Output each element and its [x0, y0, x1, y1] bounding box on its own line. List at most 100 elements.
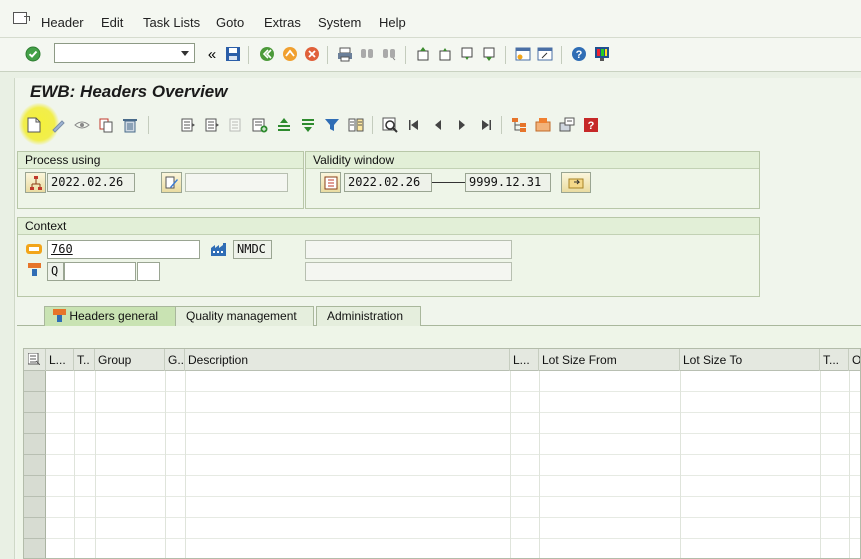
change-number-button[interactable]: [161, 172, 182, 193]
copy-icon[interactable]: [97, 116, 115, 134]
generate-shortcut-icon[interactable]: [536, 45, 554, 63]
valid-from-field[interactable]: 2022.02.26: [344, 173, 432, 192]
sort-ascending-icon[interactable]: [275, 116, 293, 134]
row-selector[interactable]: [24, 371, 46, 392]
change-number-field[interactable]: [185, 173, 288, 192]
column-divider: [539, 371, 540, 558]
row-selector[interactable]: [24, 413, 46, 434]
delete-icon[interactable]: [121, 116, 139, 134]
tab-administration[interactable]: Administration: [316, 306, 421, 326]
tab-quality-management[interactable]: Quality management: [175, 306, 314, 326]
col-description[interactable]: Description: [185, 349, 510, 371]
material-field[interactable]: 760: [47, 240, 200, 259]
col-group[interactable]: Group: [95, 349, 165, 371]
command-field[interactable]: [54, 43, 195, 63]
toolbar-separator: [327, 46, 328, 64]
material-description-field: [305, 240, 512, 259]
toolbar-separator: [501, 116, 502, 134]
details-disabled-icon[interactable]: [227, 116, 245, 134]
row-selector[interactable]: [24, 434, 46, 455]
col-t[interactable]: T..: [74, 349, 95, 371]
customize-layout-icon[interactable]: [593, 45, 611, 63]
previous-page-icon[interactable]: [436, 45, 454, 63]
object-icon[interactable]: [534, 116, 552, 134]
row-selector[interactable]: [24, 497, 46, 518]
col-l2[interactable]: L...: [510, 349, 539, 371]
tab-strip: Headers general Quality management Admin…: [17, 306, 861, 326]
hierarchy-icon[interactable]: [510, 116, 528, 134]
col-g[interactable]: G..: [165, 349, 185, 371]
create-session-icon[interactable]: [514, 45, 532, 63]
table-settings-icon[interactable]: [24, 349, 46, 371]
row-selector[interactable]: [24, 539, 46, 558]
toolbar-separator: [248, 46, 249, 64]
col-lot-size-to[interactable]: Lot Size To: [680, 349, 820, 371]
first-page-icon[interactable]: [414, 45, 432, 63]
create-icon[interactable]: [25, 116, 43, 134]
row-selector[interactable]: [24, 476, 46, 497]
add-row-icon[interactable]: [251, 116, 269, 134]
task-list-group-field[interactable]: [64, 262, 136, 281]
details-all-icon[interactable]: [203, 116, 221, 134]
enter-icon[interactable]: [24, 45, 42, 63]
material-icon: [26, 242, 42, 256]
menu-system[interactable]: System: [318, 15, 361, 30]
find-icon[interactable]: [358, 45, 376, 63]
change-icon[interactable]: [49, 116, 67, 134]
first-record-icon[interactable]: [405, 116, 423, 134]
chevron-down-icon[interactable]: [181, 51, 189, 56]
cancel-icon[interactable]: [303, 45, 321, 63]
menu-goto[interactable]: Goto: [216, 15, 244, 30]
transport-icon[interactable]: [558, 116, 576, 134]
page-title: EWB: Headers Overview: [30, 82, 228, 101]
filter-icon[interactable]: [323, 116, 341, 134]
system-menu-icon[interactable]: [13, 12, 30, 24]
collapse-command-icon[interactable]: «: [203, 45, 221, 63]
menu-bar: Header Edit Task Lists Goto Extras Syste…: [0, 0, 861, 38]
group-counter-field[interactable]: [137, 262, 160, 281]
sort-descending-icon[interactable]: [299, 116, 317, 134]
row-selector[interactable]: [24, 455, 46, 476]
exit-icon[interactable]: [281, 45, 299, 63]
menu-task-lists[interactable]: Task Lists: [143, 15, 200, 30]
menu-help[interactable]: Help: [379, 15, 406, 30]
search-icon[interactable]: [381, 116, 399, 134]
plant-field[interactable]: NMDC: [233, 240, 272, 259]
row-selector[interactable]: [24, 518, 46, 539]
menu-edit[interactable]: Edit: [101, 15, 123, 30]
col-t2[interactable]: T...: [820, 349, 849, 371]
print-icon[interactable]: [336, 45, 354, 63]
last-record-icon[interactable]: [477, 116, 495, 134]
col-l1[interactable]: L...: [46, 349, 74, 371]
help-icon[interactable]: ?: [570, 45, 588, 63]
details-icon[interactable]: [179, 116, 197, 134]
col-lot-size-from[interactable]: Lot Size From: [539, 349, 680, 371]
menu-extras[interactable]: Extras: [264, 15, 301, 30]
svg-text:?: ?: [576, 49, 583, 61]
process-date-button[interactable]: [25, 172, 46, 193]
last-page-icon[interactable]: [480, 45, 498, 63]
menu-header[interactable]: Header: [41, 15, 84, 30]
column-divider: [95, 371, 96, 558]
back-icon[interactable]: [258, 45, 276, 63]
next-record-icon[interactable]: [453, 116, 471, 134]
info-icon[interactable]: ?: [582, 116, 600, 134]
process-using-title: Process using: [18, 152, 303, 169]
table-row: [46, 496, 860, 497]
display-icon[interactable]: [73, 116, 91, 134]
next-page-icon[interactable]: [458, 45, 476, 63]
process-date-field[interactable]: 2022.02.26: [47, 173, 135, 192]
col-o[interactable]: O: [849, 349, 860, 371]
apply-validity-button[interactable]: [561, 172, 591, 193]
tab-headers-general[interactable]: Headers general: [44, 306, 190, 326]
column-settings-icon[interactable]: [347, 116, 365, 134]
row-selector[interactable]: [24, 392, 46, 413]
find-next-icon[interactable]: [380, 45, 398, 63]
table-header: L... T.. Group G.. Description L... Lot …: [24, 349, 860, 371]
valid-to-field[interactable]: 9999.12.31: [465, 173, 551, 192]
task-list-type-field[interactable]: Q: [47, 262, 64, 281]
validity-window-button[interactable]: [320, 172, 341, 193]
save-icon[interactable]: [224, 45, 242, 63]
task-list-type-icon: [27, 262, 42, 277]
previous-record-icon[interactable]: [429, 116, 447, 134]
